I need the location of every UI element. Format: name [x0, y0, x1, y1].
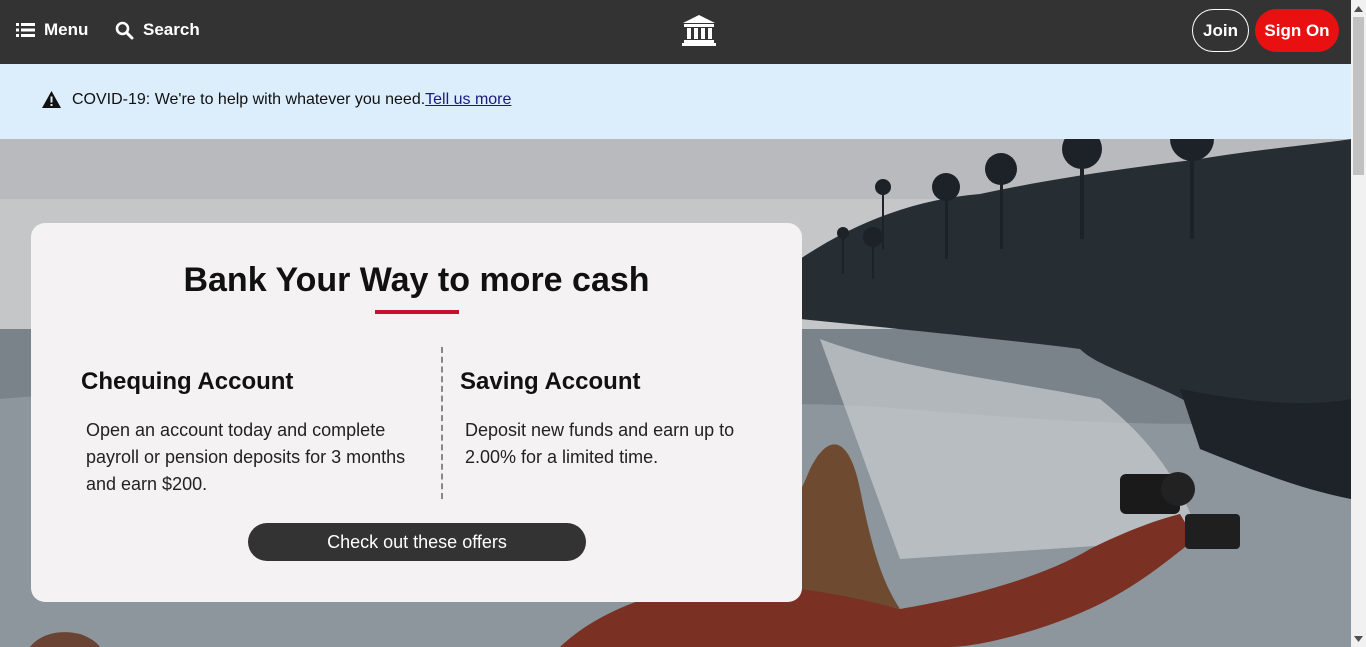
chequing-account-description: Open an account today and complete payro… [86, 420, 406, 494]
menu-icon [16, 22, 35, 38]
menu-label: Menu [44, 20, 89, 39]
saving-account-description: Deposit new funds and earn up to 2.00% f… [465, 420, 735, 467]
warning-icon [41, 90, 62, 109]
search-button[interactable]: Search [115, 16, 200, 44]
chequing-account-title: Chequing Account [81, 368, 294, 395]
top-navigation-bar: Menu Search Join Sign On [0, 0, 1351, 64]
promo-title: Bank Your Way to more cash [183, 261, 650, 299]
tell-us-more-link[interactable]: Tell us more [425, 91, 511, 108]
covid-alert-banner: COVID-19: We're to help with whatever yo… [0, 64, 1351, 139]
alert-message: COVID-19: We're to help with whatever yo… [72, 91, 426, 108]
saving-account-title: Saving Account [460, 368, 641, 395]
join-button[interactable]: Join [1192, 9, 1249, 52]
sign-on-button[interactable]: Sign On [1255, 9, 1339, 52]
alert-text: COVID-19: We're to help with whatever yo… [72, 91, 511, 109]
bank-icon[interactable] [682, 14, 716, 46]
menu-button[interactable]: Menu [16, 16, 88, 44]
scroll-up-arrow-icon[interactable] [1351, 0, 1366, 17]
search-label: Search [143, 20, 200, 39]
scroll-down-arrow-icon[interactable] [1351, 630, 1366, 647]
page-scrollbar[interactable] [1351, 0, 1366, 647]
check-offers-button[interactable]: Check out these offers [248, 523, 586, 561]
search-icon [115, 21, 134, 40]
column-divider [441, 347, 443, 499]
title-underline [375, 310, 459, 314]
promo-card: Bank Your Way to more cash Chequing Acco… [31, 223, 802, 602]
scrollbar-thumb[interactable] [1353, 17, 1364, 175]
